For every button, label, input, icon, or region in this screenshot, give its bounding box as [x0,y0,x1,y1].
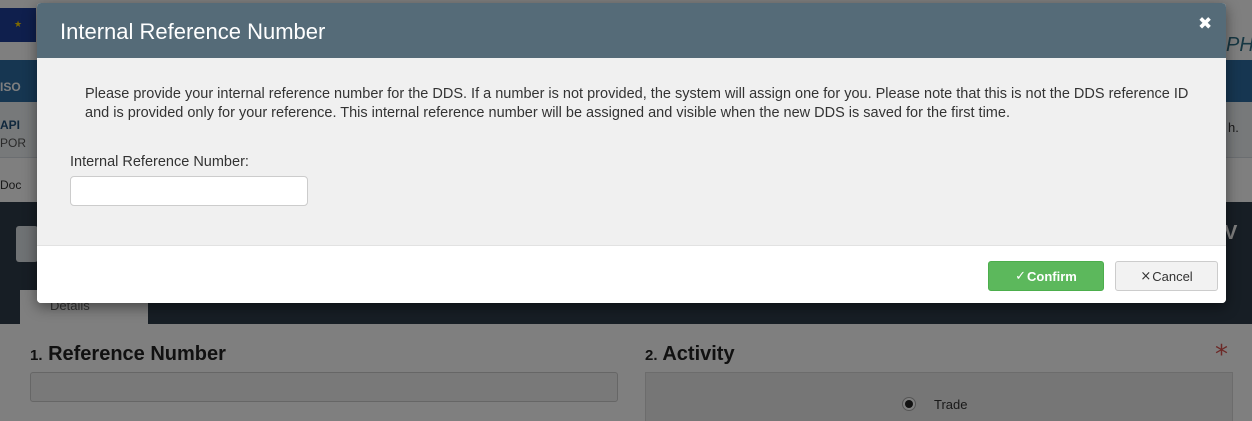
internal-reference-label: Internal Reference Number: [70,154,249,170]
confirm-label: Confirm [1027,268,1077,284]
modal-footer: ✓ Confirm × Cancel [37,245,1226,303]
internal-reference-modal: Internal Reference Number ✖ Please provi… [37,3,1226,303]
modal-body: Please provide your internal reference n… [37,58,1226,245]
cancel-label: Cancel [1152,268,1193,284]
internal-reference-input[interactable] [70,176,308,206]
modal-description: Please provide your internal reference n… [85,86,1189,121]
close-icon[interactable]: ✖ [1198,14,1212,34]
modal-header: Internal Reference Number ✖ [37,3,1226,58]
cancel-button[interactable]: × Cancel [1115,261,1218,291]
confirm-button[interactable]: ✓ Confirm [988,261,1104,291]
modal-title: Internal Reference Number [60,19,326,44]
check-icon: ✓ [1015,268,1027,284]
close-icon: × [1140,268,1152,284]
